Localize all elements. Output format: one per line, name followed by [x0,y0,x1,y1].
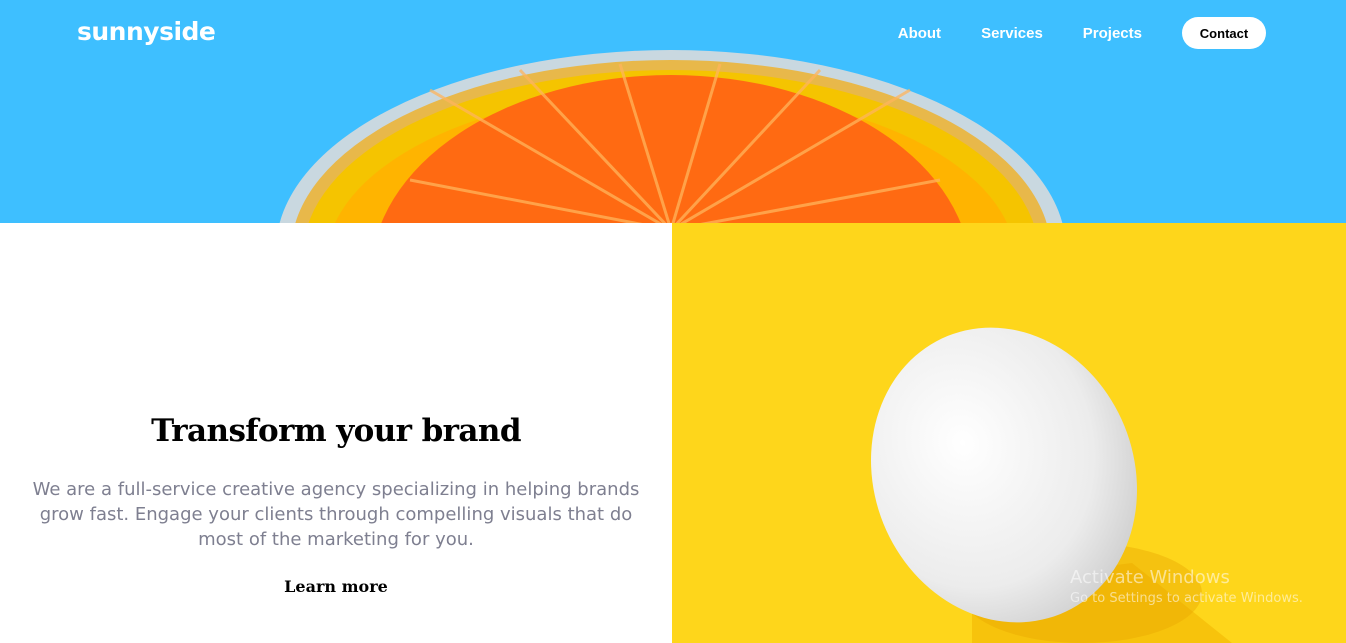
learn-more-link[interactable]: Learn more [282,577,390,599]
nav-link-services[interactable]: Services [981,25,1043,42]
section-description: We are a full-service creative agency sp… [32,479,640,550]
watermark-subtitle: Go to Settings to activate Windows. [1070,591,1303,606]
windows-activation-watermark: Activate Windows Go to Settings to activ… [1070,567,1303,606]
learn-more-label: Learn more [284,577,388,596]
contact-button[interactable]: Contact [1182,17,1266,49]
nav-link-about[interactable]: About [898,25,941,42]
watermark-title: Activate Windows [1070,567,1230,588]
transform-section: Transform your brand We are a full-servi… [0,223,672,643]
section-headline: Transform your brand [151,413,521,449]
main-nav: About Services Projects Contact [898,17,1266,49]
logo[interactable]: sunnyside [77,17,216,46]
nav-link-projects[interactable]: Projects [1083,25,1142,42]
hero-header: sunnyside About Services Projects Contac… [0,0,1346,223]
